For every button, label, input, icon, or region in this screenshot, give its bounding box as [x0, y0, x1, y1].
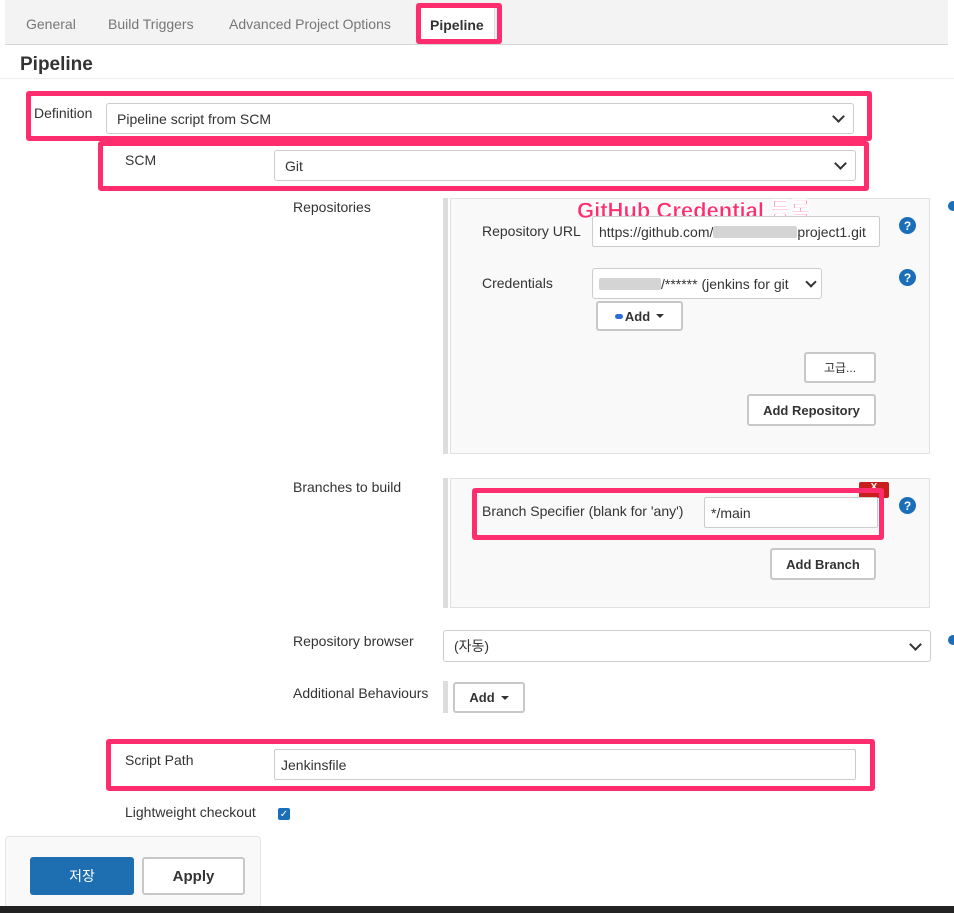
save-button[interactable]: 저장 — [30, 857, 134, 895]
add-repository-label: Add Repository — [763, 402, 860, 418]
help-icon[interactable]: ? — [899, 497, 916, 514]
additional-bar — [443, 681, 448, 713]
tab-general[interactable]: General — [26, 16, 76, 32]
branches-label: Branches to build — [293, 479, 402, 495]
key-icon — [614, 313, 623, 319]
credentials-add-button[interactable]: Add — [596, 301, 683, 331]
repositories-bar — [443, 198, 448, 454]
apply-button[interactable]: Apply — [142, 857, 245, 895]
advanced-button[interactable]: 고급... — [804, 352, 876, 383]
highlight-scm — [98, 141, 869, 191]
help-icon[interactable]: ? — [899, 269, 916, 286]
credentials-label: Credentials — [482, 275, 553, 291]
redacted-owner — [713, 225, 798, 238]
credentials-content: /****** (jenkins for git — [599, 276, 789, 292]
page-title: Pipeline — [20, 54, 93, 75]
title-divider — [0, 78, 954, 79]
credentials-value: /****** (jenkins for git — [661, 275, 789, 292]
add-branch-label: Add Branch — [786, 556, 860, 572]
tab-build-triggers[interactable]: Build Triggers — [108, 16, 194, 32]
additional-add-label: Add — [469, 690, 495, 705]
highlight-pipeline-tab — [416, 3, 502, 44]
advanced-button-label: 고급... — [823, 361, 857, 375]
credentials-add-label: Add — [624, 308, 651, 324]
highlight-branch-specifier — [472, 488, 884, 540]
repository-url-label: Repository URL — [482, 223, 581, 239]
highlight-definition — [26, 91, 872, 141]
redacted-username — [599, 277, 661, 290]
repository-browser-select[interactable]: (자동) — [443, 630, 931, 662]
add-repository-button[interactable]: Add Repository — [747, 394, 876, 426]
edge-help-icon — [948, 635, 954, 645]
tab-advanced-project-options[interactable]: Advanced Project Options — [229, 16, 391, 32]
repository-browser-value: (자동) — [454, 638, 490, 654]
branches-bar — [443, 478, 448, 608]
lightweight-checkout-label: Lightweight checkout — [125, 804, 256, 820]
repository-browser-label: Repository browser — [293, 633, 414, 649]
save-button-label: 저장 — [69, 868, 95, 884]
chevron-down-icon — [909, 637, 922, 651]
repository-url-prefix: https://github.com/ — [599, 223, 714, 240]
help-icon[interactable]: ? — [899, 217, 916, 234]
edge-help-icon — [948, 201, 954, 211]
bottom-dock-strip — [0, 906, 954, 913]
repository-url-input[interactable]: https://github.com/ project1.git — [592, 216, 880, 247]
additional-add-button[interactable]: Add — [453, 682, 525, 713]
add-branch-button[interactable]: Add Branch — [770, 548, 876, 580]
additional-behaviours-label: Additional Behaviours — [293, 685, 429, 701]
repositories-label: Repositories — [293, 199, 371, 215]
lightweight-checkout-checkbox[interactable]: ✓ — [278, 808, 290, 820]
highlight-script-path — [106, 739, 875, 791]
apply-button-label: Apply — [172, 867, 215, 885]
check-icon: ✓ — [279, 808, 289, 820]
credentials-select[interactable]: /****** (jenkins for git — [592, 268, 822, 299]
chevron-down-icon — [805, 275, 817, 288]
caret-down-icon — [656, 314, 665, 318]
repository-url-suffix: project1.git — [797, 223, 866, 240]
caret-down-icon — [500, 695, 509, 700]
